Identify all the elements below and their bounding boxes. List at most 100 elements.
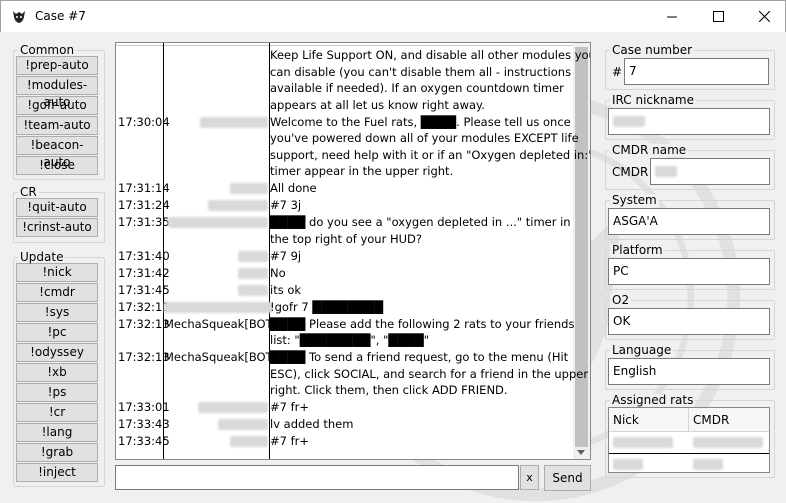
message-line: list: "████████", "████" bbox=[270, 333, 430, 347]
message-line: appears at all let us know right away. bbox=[270, 97, 485, 112]
o2-label: O2 bbox=[610, 293, 632, 307]
quit-auto-button[interactable]: !quit-auto bbox=[16, 198, 98, 217]
chat-message: 17:31:40 #7 9j bbox=[116, 248, 574, 265]
redacted-nick bbox=[200, 116, 268, 128]
redacted-nick bbox=[238, 250, 268, 262]
close-window-button[interactable] bbox=[741, 1, 786, 32]
irc-nickname-group: IRC nickname bbox=[605, 94, 775, 140]
team-auto-button[interactable]: !team-auto bbox=[16, 116, 98, 135]
system-group: System ASGA'A bbox=[605, 194, 775, 240]
system-field[interactable]: ASGA'A bbox=[608, 208, 770, 235]
message-time: 17:33:43 bbox=[118, 417, 170, 431]
nick-button[interactable]: !nick bbox=[16, 263, 98, 282]
message-time: 17:32:13 bbox=[118, 350, 170, 364]
chat-message: 17:32:13 MechaSqueak[BOT] ████ To send a f… bbox=[116, 349, 589, 399]
o2-field[interactable]: OK bbox=[608, 308, 770, 335]
language-group: Language English bbox=[605, 344, 775, 390]
cr-button[interactable]: !cr bbox=[16, 403, 98, 422]
message-text: #7 fr+ bbox=[270, 433, 572, 450]
message-nick bbox=[164, 248, 268, 265]
cmdr-prefix: CMDR bbox=[612, 165, 649, 179]
chat-header-line bbox=[116, 43, 574, 46]
odyssey-button[interactable]: !odyssey bbox=[16, 343, 98, 362]
platform-field[interactable]: PC bbox=[608, 258, 770, 285]
system-label: System bbox=[610, 193, 659, 207]
case-number-group: Case number # 7 bbox=[605, 44, 775, 90]
message-text: Keep Life Support ON, and disable all ot… bbox=[270, 47, 590, 113]
language-field[interactable]: English bbox=[608, 358, 770, 385]
sys-button[interactable]: !sys bbox=[16, 303, 98, 322]
nick-column-header[interactable]: Nick bbox=[609, 408, 689, 432]
message-text: #7 3j bbox=[270, 197, 572, 214]
scroll-down-icon[interactable] bbox=[577, 450, 585, 455]
lang-button[interactable]: !lang bbox=[16, 423, 98, 442]
message-line: #7 fr+ bbox=[270, 434, 310, 448]
crinst-auto-button[interactable]: !crinst-auto bbox=[16, 218, 98, 237]
maximize-icon bbox=[712, 11, 724, 22]
message-time: 17:31:35 bbox=[118, 215, 170, 229]
redacted-nick bbox=[198, 402, 268, 413]
redacted-rat-nick bbox=[613, 437, 673, 448]
modules-auto-button[interactable]: !modules-auto bbox=[16, 76, 98, 109]
table-row[interactable] bbox=[609, 453, 769, 474]
language-label: Language bbox=[610, 343, 674, 357]
message-nick bbox=[164, 299, 272, 316]
message-time: 17:31:45 bbox=[118, 282, 170, 297]
message-line: !gofr 7 ████████ bbox=[270, 299, 384, 314]
cmdr-name-field[interactable] bbox=[650, 158, 770, 185]
message-nick bbox=[164, 416, 268, 433]
message-text: #7 9j bbox=[270, 248, 572, 265]
redacted-nick bbox=[238, 267, 268, 279]
message-text: ████ To send a friend request, go to the… bbox=[270, 349, 589, 399]
platform-group: Platform PC bbox=[605, 244, 775, 290]
chat-scrollbar[interactable] bbox=[573, 43, 590, 459]
message-line: #7 9j bbox=[270, 248, 302, 263]
beacon-auto-button[interactable]: !beacon-auto bbox=[16, 136, 98, 169]
message-line: the top right of your HUD? bbox=[270, 231, 422, 246]
inject-button[interactable]: !inject bbox=[16, 463, 98, 482]
irc-nickname-field[interactable] bbox=[608, 108, 770, 135]
xb-button[interactable]: !xb bbox=[16, 363, 98, 382]
window-content: Common !prep-auto !modules-auto !gofr-au… bbox=[1, 32, 785, 502]
cmdr-column-header[interactable]: CMDR bbox=[689, 408, 769, 432]
send-button[interactable]: Send bbox=[544, 465, 591, 491]
case-number-field[interactable]: 7 bbox=[624, 58, 769, 85]
prep-auto-button[interactable]: !prep-auto bbox=[16, 56, 98, 75]
message-time: 17:31:14 bbox=[118, 181, 170, 195]
redacted-nick bbox=[218, 419, 268, 430]
chat-message: 17:32:11 !gofr 7 ████████ bbox=[116, 299, 574, 316]
chat-log[interactable]: Keep Life Support ON, and disable all ot… bbox=[115, 42, 591, 460]
message-line: you've powered down all of your modules … bbox=[270, 131, 579, 145]
assigned-rats-table[interactable]: Nick CMDR bbox=[608, 407, 770, 473]
maximize-button[interactable] bbox=[695, 1, 741, 32]
close-case-button[interactable]: !close bbox=[16, 156, 98, 175]
message-input[interactable] bbox=[115, 465, 519, 490]
minimize-icon bbox=[667, 16, 677, 17]
grab-button[interactable]: !grab bbox=[16, 443, 98, 462]
window-title: Case #7 bbox=[35, 9, 86, 23]
chat-message: 17:31:42 No bbox=[116, 265, 574, 282]
scrollbar-thumb[interactable] bbox=[575, 47, 588, 447]
message-nick bbox=[164, 282, 268, 299]
message-text: No bbox=[270, 265, 572, 282]
table-row[interactable] bbox=[609, 432, 769, 453]
redacted-nick bbox=[164, 301, 272, 313]
gofr-auto-button[interactable]: !gofr-auto bbox=[16, 96, 98, 115]
redacted-nick bbox=[230, 183, 268, 194]
message-line: its ok bbox=[270, 282, 302, 297]
ps-button[interactable]: !ps bbox=[16, 383, 98, 402]
cr-group: CR !quit-auto !crinst-auto bbox=[13, 186, 105, 243]
chat-message: Keep Life Support ON, and disable all ot… bbox=[116, 47, 590, 113]
chat-message: 17:31:24 #7 3j bbox=[116, 197, 574, 214]
message-line: ESC), click SOCIAL, and search for a fri… bbox=[270, 366, 589, 381]
cmdr-button[interactable]: !cmdr bbox=[16, 283, 98, 302]
redacted-nick bbox=[238, 284, 268, 296]
minimize-button[interactable] bbox=[649, 1, 695, 32]
message-nick bbox=[164, 197, 268, 214]
pc-button[interactable]: !pc bbox=[16, 323, 98, 342]
title-bar: Case #7 bbox=[0, 0, 786, 32]
message-text: lv added them bbox=[270, 416, 572, 433]
message-text: !gofr 7 ████████ bbox=[270, 299, 572, 316]
message-line: All done bbox=[270, 181, 317, 195]
clear-input-button[interactable]: x bbox=[520, 465, 539, 490]
